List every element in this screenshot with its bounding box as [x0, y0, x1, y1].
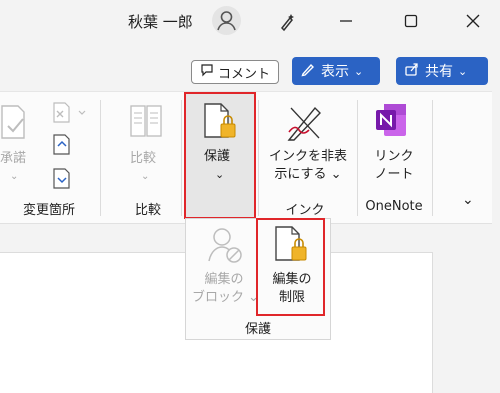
collapse-ribbon-chevron-icon[interactable]: ⌄: [462, 192, 474, 209]
minimize-icon[interactable]: [331, 6, 361, 36]
protect-dropdown-group-label: 保護: [244, 322, 271, 337]
changes-group-label: 変更箇所: [22, 203, 75, 218]
accept-label: 承諾: [0, 151, 27, 166]
block-authors-icon[interactable]: [206, 225, 244, 269]
comment-icon: [200, 63, 214, 81]
view-button[interactable]: 表示 ⌄: [292, 57, 380, 85]
protect-highlight-box: [184, 92, 256, 219]
next-change-icon[interactable]: [52, 168, 72, 194]
comment-label: コメント: [217, 66, 270, 82]
pen-sparkle-icon[interactable]: [273, 6, 303, 36]
share-icon: [404, 61, 420, 81]
compare-group-label: 比較: [134, 203, 161, 218]
chevron-down-icon: ⌄: [354, 64, 364, 78]
ink-group-label: インク: [285, 203, 325, 218]
review-ribbon: 承諾 ⌄ 変更箇所 比較 ⌄ 比較 保護 ⌄ インクを非表 示にする ⌄ インク…: [0, 91, 492, 224]
user-avatar-icon[interactable]: [212, 6, 241, 35]
linked-notes-label-line2: ノート: [374, 167, 414, 182]
previous-change-icon[interactable]: [52, 134, 72, 160]
accept-icon[interactable]: [0, 104, 30, 148]
chevron-down-icon: ⌄: [458, 64, 468, 78]
onenote-icon[interactable]: [374, 102, 408, 142]
group-divider: [357, 100, 358, 216]
comment-button[interactable]: コメント: [191, 60, 279, 84]
view-label: 表示: [321, 64, 349, 80]
user-name[interactable]: 秋葉 一郎: [128, 11, 193, 32]
block-authors-label-line2: ブロック ⌄: [192, 290, 260, 305]
reject-icon[interactable]: [52, 102, 92, 128]
hide-ink-label-line2: 示にする ⌄: [274, 167, 342, 182]
hide-ink-label-line1: インクを非表: [268, 149, 347, 164]
chevron-down-icon: ⌄: [10, 171, 19, 182]
group-divider: [258, 100, 259, 216]
onenote-group-label: OneNote: [365, 199, 423, 214]
compare-label: 比較: [130, 151, 157, 166]
hide-ink-icon[interactable]: [285, 102, 325, 148]
group-divider: [181, 100, 182, 216]
close-icon[interactable]: [458, 6, 488, 36]
restrict-editing-highlight-box: [256, 218, 325, 316]
share-label: 共有: [425, 64, 453, 80]
share-button[interactable]: 共有 ⌄: [396, 57, 488, 85]
group-divider: [432, 100, 433, 216]
compare-icon[interactable]: [129, 104, 163, 148]
block-authors-label-line1: 編集の: [204, 272, 244, 287]
chevron-down-icon: ⌄: [141, 171, 150, 182]
linked-notes-label-line1: リンク: [374, 149, 414, 164]
maximize-icon[interactable]: [396, 6, 426, 36]
pen-icon: [300, 61, 316, 81]
group-divider: [100, 100, 101, 216]
